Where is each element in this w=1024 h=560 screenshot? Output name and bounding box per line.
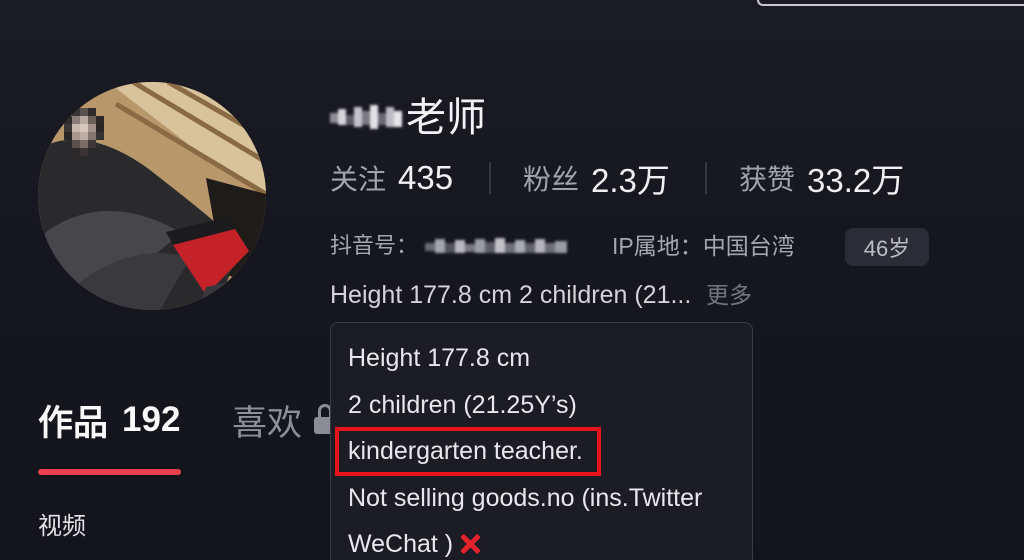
profile-screen: 老师 关注 435 粉丝 2.3万 获赞 33.2万 抖音号： IP属地：中国台… <box>0 0 1024 560</box>
avatar[interactable] <box>38 82 266 310</box>
age-badge: 46岁 <box>845 228 929 266</box>
bio-line-text: 2 children (21.25Y’s) <box>348 390 577 419</box>
stat-value: 33.2万 <box>807 162 905 199</box>
douyin-id-label: 抖音号： <box>330 233 419 258</box>
bio-line-text: WeChat ) <box>348 530 454 559</box>
active-tab-indicator <box>38 469 181 475</box>
stat-likes-received[interactable]: 获赞 33.2万 <box>739 158 904 199</box>
bio-line: WeChat ) <box>348 521 752 560</box>
stat-label: 粉丝 <box>523 164 580 195</box>
profile-name-text: 老师 <box>406 96 486 140</box>
tab-likes-label: 喜欢 <box>232 403 303 443</box>
tab-works-label: 作品 <box>38 403 109 443</box>
bio-line-text: Not selling goods.no (ins.Twitter <box>348 483 703 512</box>
header-box-edge <box>757 0 1024 6</box>
bio-line: Height 177.8 cm <box>348 335 752 382</box>
stat-following[interactable]: 关注 435 <box>330 158 453 198</box>
bio-line: kindergarten teacher. <box>335 426 752 476</box>
profile-name: 老师 <box>330 94 486 142</box>
douyin-id-redacted-blur <box>425 238 567 253</box>
stat-followers[interactable]: 粉丝 2.3万 <box>523 158 670 199</box>
bio-popup: Height 177.8 cm 2 children (21.25Y’s) ki… <box>330 322 753 560</box>
avatar-image <box>38 82 266 310</box>
cross-mark-icon <box>458 532 482 556</box>
bio-line: Not selling goods.no (ins.Twitter <box>348 475 752 522</box>
name-redacted-blur <box>330 105 402 129</box>
ip-location: IP属地：中国台湾 <box>612 233 795 259</box>
bio-preview[interactable]: Height 177.8 cm 2 children (21... <box>330 280 691 310</box>
stat-value: 435 <box>398 159 454 196</box>
stat-divider <box>489 162 491 194</box>
subtab-videos[interactable]: 视频 <box>38 512 86 542</box>
stat-label: 获赞 <box>739 164 796 195</box>
bio-line-text-highlighted: kindergarten teacher. <box>335 426 601 476</box>
stat-divider <box>705 162 707 194</box>
bio-line: 2 children (21.25Y’s) <box>348 382 752 429</box>
tab-likes[interactable]: 喜欢 <box>232 398 302 443</box>
tab-works[interactable]: 作品 192 <box>38 398 181 443</box>
tab-works-count: 192 <box>122 400 181 439</box>
bio-line-text: Height 177.8 cm <box>348 344 531 373</box>
stat-value: 2.3万 <box>591 162 670 199</box>
stat-label: 关注 <box>330 164 387 195</box>
more-link[interactable]: 更多 <box>706 280 752 310</box>
